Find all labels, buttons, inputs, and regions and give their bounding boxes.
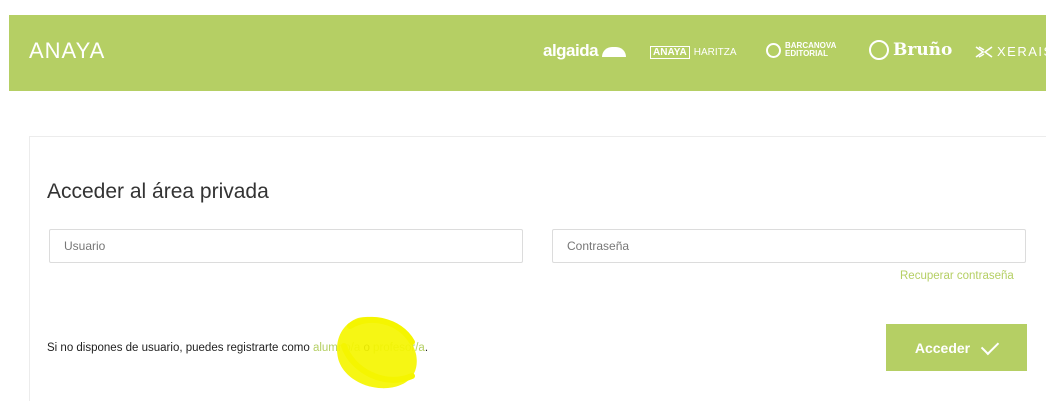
brand-algaida-logo[interactable]: algaida [543, 41, 627, 61]
submit-button[interactable]: Acceder [886, 324, 1027, 371]
brand-anaya-haritza-logo[interactable]: ANAYA HARITZA [650, 46, 737, 59]
username-input[interactable] [49, 229, 523, 263]
page-title: Acceder al área privada [47, 180, 269, 203]
anaya-haritza-box: ANAYA [650, 46, 690, 59]
brand-algaida-text: algaida [543, 41, 599, 60]
register-student-link[interactable]: alumno/a [313, 342, 360, 354]
register-prefix: Si no dispones de usuario, puedes regist… [47, 342, 313, 354]
xerais-text: XERAIS [997, 44, 1046, 59]
password-input[interactable] [552, 229, 1026, 263]
checkmark-icon [980, 336, 1000, 355]
barcanova-text-bottom: EDITORIAL [785, 49, 828, 58]
algaida-arch-icon [602, 47, 627, 57]
register-suffix: . [424, 342, 429, 354]
anaya-haritza-text: HARITZA [693, 47, 737, 58]
top-strip [0, 0, 1046, 15]
xerais-x-icon [975, 45, 993, 58]
register-teacher-link[interactable]: profesor/a [373, 342, 425, 354]
register-or: o [360, 342, 374, 354]
bruno-b-icon [869, 40, 889, 60]
brand-xerais-logo[interactable]: XERAIS [975, 44, 1046, 59]
brand-barcanova-logo[interactable]: BARCANOVA EDITORIAL [766, 42, 836, 58]
barcanova-circle-icon [766, 42, 781, 58]
anaya-logo[interactable]: ANAYA [29, 38, 105, 64]
register-text: Si no dispones de usuario, puedes regist… [47, 342, 428, 354]
bruno-text: Bruño [893, 40, 953, 60]
recover-password-link[interactable]: Recuperar contraseña [900, 270, 1014, 282]
submit-label: Acceder [914, 339, 971, 356]
site-header: ANAYA algaida ANAYA HARITZA BARCANOVA EDI… [9, 15, 1046, 91]
brand-bruno-logo[interactable]: Bruño [869, 40, 952, 60]
